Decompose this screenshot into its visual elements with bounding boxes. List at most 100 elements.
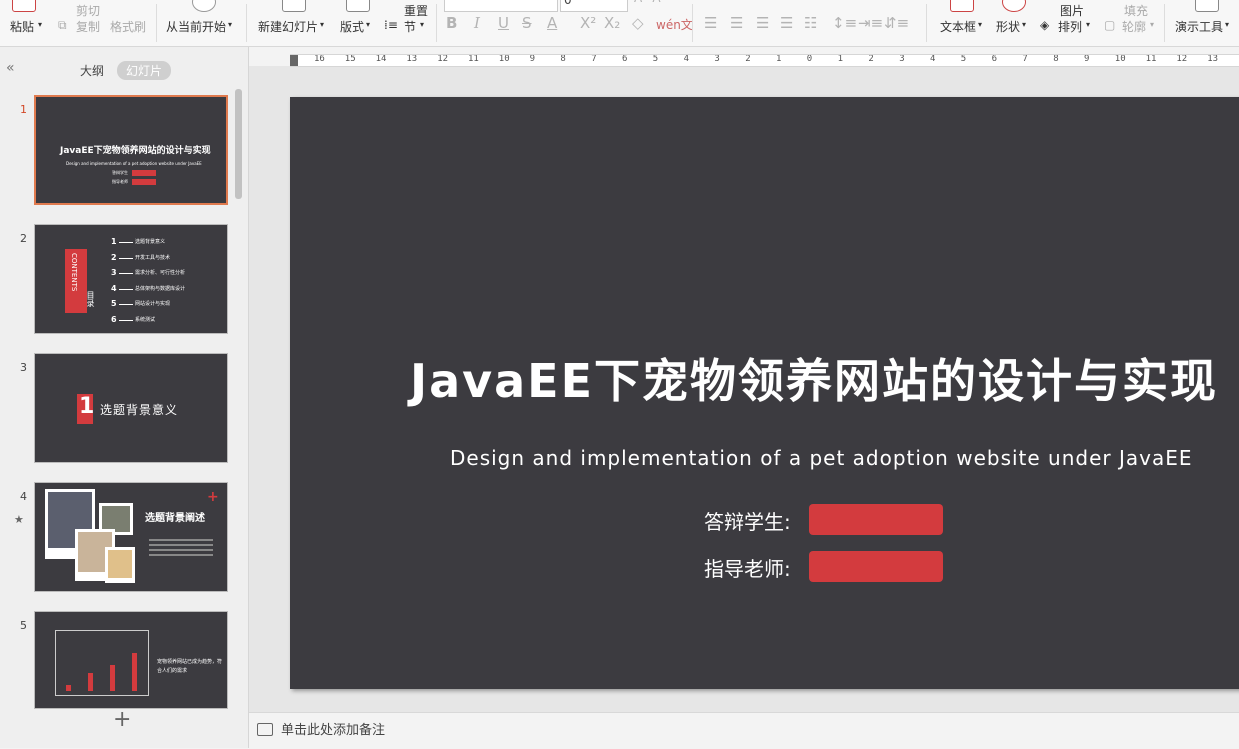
slide-number: 5 bbox=[20, 619, 27, 632]
copy-icon: ⧉ bbox=[58, 18, 67, 32]
slide-thumbnail-3[interactable]: 1 选题背景意义 bbox=[34, 353, 228, 463]
ruler-label: 1 bbox=[837, 54, 844, 64]
contents-item-text: 选题背景意义 bbox=[135, 239, 166, 245]
font-name-select[interactable] bbox=[444, 0, 558, 12]
contents-item-dash bbox=[119, 319, 133, 321]
ruler-label: 7 bbox=[1022, 54, 1028, 64]
ruler-label: 4 bbox=[930, 54, 936, 64]
italic-icon[interactable]: I bbox=[474, 14, 480, 32]
toolbar-divider bbox=[246, 4, 247, 42]
student-name-bar[interactable] bbox=[809, 504, 943, 535]
distribute-icon[interactable]: ☷ bbox=[804, 14, 817, 32]
phonetic-icon[interactable]: wén文 bbox=[656, 16, 693, 33]
slide-thumbnail-5[interactable]: 宠物领养网站已成为趋势，符合人们的需求 bbox=[34, 611, 228, 709]
ruler-label: 7 bbox=[591, 54, 597, 64]
slide-number: 1 bbox=[20, 103, 27, 116]
tab-outline[interactable]: 大纲 bbox=[80, 62, 104, 79]
shape-icon bbox=[1002, 0, 1026, 12]
ruler-label: 11 bbox=[468, 54, 479, 64]
arrange-icon: ◈ bbox=[1040, 18, 1050, 32]
text-lines bbox=[149, 539, 213, 541]
text-box-icon bbox=[950, 0, 974, 12]
ruler-label: 9 bbox=[529, 54, 536, 64]
ruler-label: 12 bbox=[437, 54, 449, 64]
new-slide-icon bbox=[282, 0, 306, 12]
toolbar-divider bbox=[1164, 4, 1165, 42]
thumb-bar bbox=[132, 653, 137, 691]
contents-item-dash bbox=[119, 273, 133, 274]
toolbar-divider bbox=[156, 4, 157, 42]
align-center-icon[interactable]: ☰ bbox=[730, 14, 743, 32]
current-slide[interactable]: JavaEE下宠物领养网站的设计与实现 Design and implement… bbox=[290, 97, 1239, 689]
ruler-label: 3 bbox=[714, 54, 720, 64]
ruler-label: 4 bbox=[683, 54, 690, 64]
contents-item-dash bbox=[119, 288, 133, 290]
toolbar-divider bbox=[436, 4, 437, 42]
contents-item-text: 总体架构与数据库设计 bbox=[135, 285, 186, 292]
section-icon: ⁞≡ bbox=[384, 18, 398, 32]
notes-icon bbox=[257, 723, 273, 736]
horizontal-ruler[interactable]: 16 15 14 13 12 11 10 9 8 7 6 5 4 3 2 1 0 1 2 3 4 5 6 7 8 9 10 11 12 1… bbox=[290, 54, 1239, 67]
font-color-icon[interactable]: A bbox=[547, 14, 557, 32]
align-right-icon[interactable]: ☰ bbox=[756, 14, 769, 32]
contents-item-text: 系统测试 bbox=[135, 316, 156, 323]
panel-scrollbar[interactable] bbox=[235, 89, 242, 199]
contents-item-number: 5 bbox=[111, 299, 117, 308]
student-label[interactable]: 答辩学生: bbox=[704, 506, 791, 535]
subscript-icon[interactable]: X₂ bbox=[604, 14, 620, 32]
ruler-label: 10 bbox=[498, 54, 510, 64]
ruler-label: 10 bbox=[1114, 54, 1126, 64]
slide-number: 4 bbox=[20, 490, 27, 503]
slide-panel: « 大纲 幻灯片 1 2 3 4 5 ★ JavaEE下宠物领养网站的设计与实现… bbox=[0, 47, 249, 748]
ruler-label: 16 bbox=[314, 54, 325, 64]
ruler-label: 1 bbox=[776, 54, 782, 64]
teacher-label[interactable]: 指导老师: bbox=[704, 553, 791, 582]
tab-slides[interactable]: 幻灯片 bbox=[117, 61, 172, 80]
indent-icon[interactable]: ⇥≡ bbox=[858, 14, 883, 32]
collapse-panel-icon[interactable]: « bbox=[6, 60, 15, 76]
text-direction-icon[interactable]: ⇵≡ bbox=[884, 14, 909, 32]
slide-thumbnail-4[interactable]: 选题背景阐述 + bbox=[34, 482, 228, 592]
ruler-label: 9 bbox=[1084, 54, 1090, 64]
ruler-label: 13 bbox=[1207, 54, 1219, 64]
add-slide-button[interactable]: + bbox=[113, 707, 131, 732]
ruler-label: 11 bbox=[1145, 54, 1157, 64]
contents-item-dash bbox=[119, 242, 133, 243]
thumb-bar bbox=[88, 673, 93, 691]
superscript-icon[interactable]: X² bbox=[580, 14, 596, 32]
contents-item-number: 4 bbox=[111, 283, 117, 293]
contents-item-number: 6 bbox=[111, 314, 117, 324]
ruler-label: 2 bbox=[745, 54, 751, 64]
thumb-bar bbox=[66, 685, 71, 691]
slide-thumbnail-1[interactable]: JavaEE下宠物领养网站的设计与实现 Design and implement… bbox=[34, 95, 228, 205]
strikethrough-icon[interactable]: S bbox=[522, 14, 532, 32]
teacher-name-bar[interactable] bbox=[809, 551, 943, 582]
ruler-label: 15 bbox=[344, 54, 356, 64]
underline-icon[interactable]: U bbox=[498, 14, 509, 32]
contents-item-text: 需求分析、可行性分析 bbox=[135, 270, 186, 276]
line-spacing-icon[interactable]: ↕≡ bbox=[832, 14, 857, 32]
notes-pane[interactable]: 单击此处添加备注 bbox=[249, 712, 1239, 749]
justify-icon[interactable]: ☰ bbox=[780, 14, 793, 32]
bold-icon[interactable]: B bbox=[446, 14, 457, 32]
ribbon-toolbar: 粘贴 ▾ 剪切 ⧉ 复制 格式刷 从当前开始 ▾ 新建幻灯片 ▾ 版式 ▾ 重置 ⁞≡ … bbox=[0, 0, 1239, 47]
slide-subtitle[interactable]: Design and implementation of a pet adopt… bbox=[450, 446, 1193, 470]
contents-item-text: 开发工具与技术 bbox=[135, 254, 171, 261]
eraser-icon[interactable]: ◇ bbox=[632, 14, 644, 32]
ruler-label: 2 bbox=[868, 54, 874, 64]
chart-frame bbox=[55, 630, 149, 696]
ruler-margin bbox=[290, 55, 298, 66]
ruler-label: 13 bbox=[406, 54, 418, 64]
contents-item-dash bbox=[119, 304, 133, 305]
ruler-label: 8 bbox=[560, 54, 566, 64]
presentation-tools-icon bbox=[1195, 0, 1219, 12]
play-icon bbox=[192, 0, 216, 12]
slide-title[interactable]: JavaEE下宠物领养网站的设计与实现 bbox=[410, 345, 1218, 411]
slide-thumbnail-2[interactable]: CONTENTS 目录 1 选题背景意义 2 开发工具与技术 3 需求分析、可行性分析 4 总… bbox=[34, 224, 228, 334]
align-left-icon[interactable]: ☰ bbox=[704, 14, 717, 32]
notes-placeholder[interactable]: 单击此处添加备注 bbox=[281, 719, 385, 738]
contents-item-dash bbox=[119, 257, 133, 259]
font-size-select[interactable]: 0 bbox=[560, 0, 628, 12]
ruler-label: 3 bbox=[899, 54, 905, 64]
grow-font-icon[interactable]: A⁺ A⁻ bbox=[634, 0, 667, 5]
